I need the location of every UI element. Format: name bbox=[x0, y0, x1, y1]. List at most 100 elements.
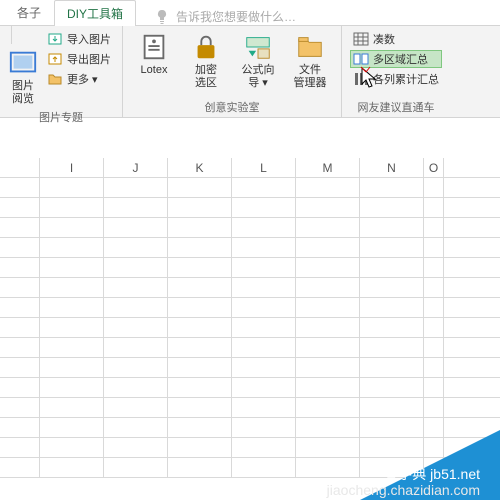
cell[interactable] bbox=[168, 218, 232, 237]
cell[interactable] bbox=[40, 258, 104, 277]
cell[interactable] bbox=[104, 218, 168, 237]
cell[interactable] bbox=[104, 298, 168, 317]
cell[interactable] bbox=[104, 398, 168, 417]
cell[interactable] bbox=[232, 318, 296, 337]
grid-row[interactable] bbox=[0, 178, 500, 198]
cell[interactable] bbox=[40, 398, 104, 417]
cell[interactable] bbox=[360, 318, 424, 337]
cell[interactable] bbox=[296, 438, 360, 457]
cell[interactable] bbox=[232, 198, 296, 217]
cell[interactable] bbox=[296, 258, 360, 277]
cell[interactable] bbox=[424, 198, 444, 217]
cell[interactable] bbox=[360, 378, 424, 397]
cell[interactable] bbox=[104, 438, 168, 457]
cell[interactable] bbox=[296, 178, 360, 197]
column-cumulative-button[interactable]: 各列累计汇总 bbox=[350, 70, 442, 88]
cell[interactable] bbox=[168, 358, 232, 377]
grid-row[interactable] bbox=[0, 258, 500, 278]
cell[interactable] bbox=[424, 258, 444, 277]
cell[interactable] bbox=[232, 338, 296, 357]
cell[interactable] bbox=[104, 238, 168, 257]
cell[interactable] bbox=[296, 418, 360, 437]
formula-wizard-button[interactable]: 公式向 导 ▾ bbox=[235, 30, 281, 91]
cell[interactable] bbox=[296, 278, 360, 297]
cell[interactable] bbox=[424, 378, 444, 397]
multi-region-summary-button[interactable]: 多区域汇总 bbox=[350, 50, 442, 68]
cell[interactable] bbox=[424, 278, 444, 297]
cell[interactable] bbox=[360, 258, 424, 277]
cell[interactable] bbox=[296, 458, 360, 477]
tab-cells[interactable]: 各子 bbox=[4, 0, 54, 25]
cell[interactable] bbox=[424, 178, 444, 197]
grid-row[interactable] bbox=[0, 278, 500, 298]
cell[interactable] bbox=[424, 318, 444, 337]
grid-row[interactable] bbox=[0, 238, 500, 258]
col-K[interactable]: K bbox=[168, 158, 232, 177]
col-L[interactable]: L bbox=[232, 158, 296, 177]
cell[interactable] bbox=[232, 458, 296, 477]
image-browse-button[interactable]: 图片 阅览 bbox=[8, 46, 38, 107]
cell[interactable] bbox=[40, 438, 104, 457]
cell[interactable] bbox=[168, 258, 232, 277]
cell[interactable] bbox=[296, 378, 360, 397]
cell[interactable] bbox=[360, 178, 424, 197]
import-image-button[interactable]: 导入图片 bbox=[44, 30, 114, 48]
cell[interactable] bbox=[360, 298, 424, 317]
cell[interactable] bbox=[296, 398, 360, 417]
cell[interactable] bbox=[40, 338, 104, 357]
cell[interactable] bbox=[104, 318, 168, 337]
cell[interactable] bbox=[296, 298, 360, 317]
cell[interactable] bbox=[40, 418, 104, 437]
cell[interactable] bbox=[40, 358, 104, 377]
cell[interactable] bbox=[232, 238, 296, 257]
cell[interactable] bbox=[232, 218, 296, 237]
cell[interactable] bbox=[40, 458, 104, 477]
cell[interactable] bbox=[104, 338, 168, 357]
cell[interactable] bbox=[296, 238, 360, 257]
cell[interactable] bbox=[104, 178, 168, 197]
grid-row[interactable] bbox=[0, 198, 500, 218]
cell[interactable] bbox=[360, 358, 424, 377]
tell-me[interactable]: 告诉我您想要做什么… bbox=[154, 8, 296, 25]
col-N[interactable]: N bbox=[360, 158, 424, 177]
cell[interactable] bbox=[104, 278, 168, 297]
cell[interactable] bbox=[296, 338, 360, 357]
cell[interactable] bbox=[104, 258, 168, 277]
tab-diy-toolbox[interactable]: DIY工具箱 bbox=[54, 0, 136, 26]
cell[interactable] bbox=[360, 238, 424, 257]
cell[interactable] bbox=[296, 198, 360, 217]
cell[interactable] bbox=[424, 218, 444, 237]
cell[interactable] bbox=[168, 338, 232, 357]
cell[interactable] bbox=[360, 198, 424, 217]
grid-row[interactable] bbox=[0, 318, 500, 338]
cell[interactable] bbox=[232, 378, 296, 397]
cell[interactable] bbox=[232, 358, 296, 377]
cell[interactable] bbox=[104, 358, 168, 377]
cell[interactable] bbox=[424, 358, 444, 377]
cell[interactable] bbox=[40, 218, 104, 237]
grid-row[interactable] bbox=[0, 378, 500, 398]
cell[interactable] bbox=[424, 338, 444, 357]
cell[interactable] bbox=[168, 178, 232, 197]
lotex-button[interactable]: Lotex bbox=[131, 30, 177, 79]
cell[interactable] bbox=[168, 438, 232, 457]
cell[interactable] bbox=[168, 278, 232, 297]
cell[interactable] bbox=[40, 238, 104, 257]
cell[interactable] bbox=[232, 298, 296, 317]
cell[interactable] bbox=[296, 218, 360, 237]
cell[interactable] bbox=[168, 318, 232, 337]
cell[interactable] bbox=[232, 398, 296, 417]
cell[interactable] bbox=[168, 198, 232, 217]
grid-row[interactable] bbox=[0, 338, 500, 358]
cell[interactable] bbox=[104, 418, 168, 437]
grid-row[interactable] bbox=[0, 218, 500, 238]
cell[interactable] bbox=[104, 198, 168, 217]
col-M[interactable]: M bbox=[296, 158, 360, 177]
export-image-button[interactable]: 导出图片 bbox=[44, 50, 114, 68]
more-image-button[interactable]: 更多 ▾ bbox=[44, 70, 114, 88]
cell[interactable] bbox=[232, 438, 296, 457]
cell[interactable] bbox=[104, 378, 168, 397]
cell[interactable] bbox=[40, 318, 104, 337]
cell[interactable] bbox=[168, 238, 232, 257]
cell[interactable] bbox=[360, 338, 424, 357]
